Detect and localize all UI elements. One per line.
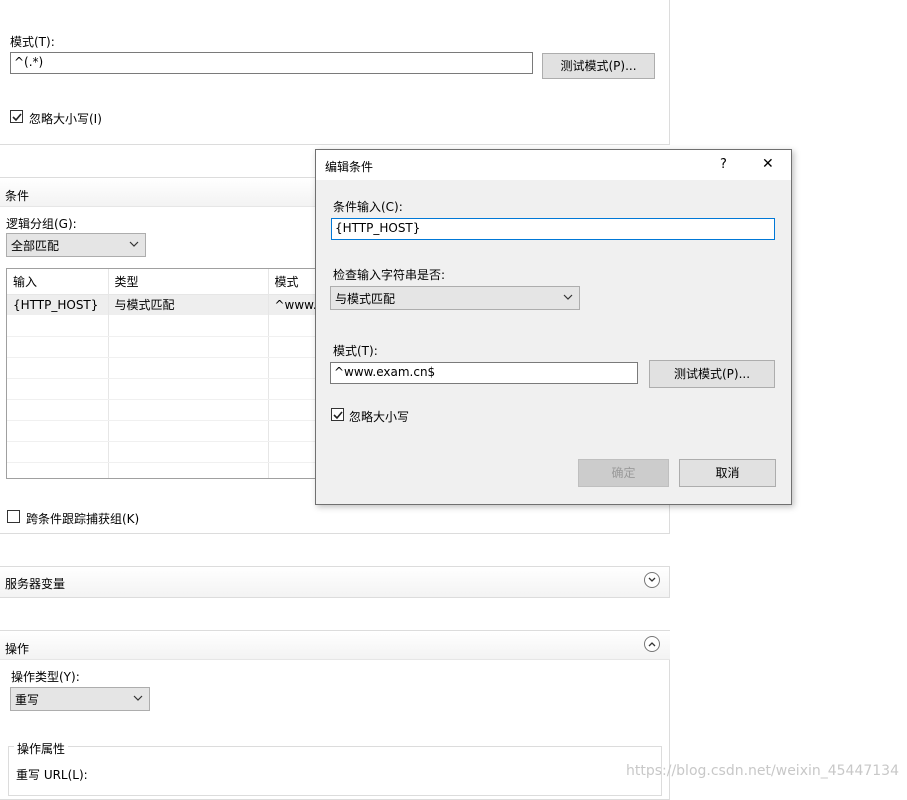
condition-input-field[interactable]: {HTTP_HOST} — [331, 218, 775, 240]
dialog-pattern-input[interactable]: ^www.exam.cn$ — [330, 362, 638, 384]
empty-row — [7, 441, 325, 463]
ignore-case-label: 忽略大小写(I) — [29, 112, 102, 126]
cell-type: 与模式匹配 — [108, 294, 269, 315]
collapse-button[interactable] — [644, 636, 660, 652]
column-header[interactable]: 类型 — [108, 269, 269, 295]
empty-row — [7, 315, 325, 337]
logic-group-select[interactable]: 全部匹配 — [6, 233, 146, 257]
watermark: https://blog.csdn.net/weixin_45447134 — [625, 763, 899, 779]
dialog-ignore-case-label: 忽略大小写 — [349, 410, 410, 424]
empty-row — [7, 336, 325, 358]
chevron-up-icon — [648, 642, 656, 647]
close-icon[interactable]: ✕ — [762, 156, 774, 172]
column-header[interactable]: 输入 — [7, 269, 109, 295]
dialog-pattern-label: 模式(T): — [333, 344, 378, 358]
logic-group-label: 逻辑分组(G): — [6, 217, 77, 231]
rewrite-url-label: 重写 URL(L): — [16, 768, 88, 782]
check-icon — [12, 113, 22, 122]
chevron-down-icon — [563, 294, 573, 300]
test-pattern-button[interactable]: 测试模式(P)... — [542, 53, 655, 79]
table-row[interactable]: {HTTP_HOST} 与模式匹配 ^www.e — [7, 294, 325, 315]
chevron-down-icon — [129, 241, 139, 247]
ignore-case-checkbox[interactable] — [10, 110, 23, 123]
cancel-button[interactable]: 取消 — [679, 459, 776, 487]
server-variables-title: 服务器变量 — [5, 577, 66, 591]
ok-button[interactable]: 确定 — [578, 459, 669, 487]
empty-row — [7, 462, 325, 478]
check-icon — [333, 411, 343, 420]
expand-button[interactable] — [644, 572, 660, 588]
dialog-title: 编辑条件 — [325, 160, 374, 174]
help-icon[interactable]: ? — [720, 157, 727, 172]
track-groups-checkbox[interactable] — [7, 510, 20, 523]
empty-row — [7, 378, 325, 400]
action-type-value: 重写 — [15, 693, 40, 707]
action-type-label: 操作类型(Y): — [11, 670, 80, 684]
condition-input-label: 条件输入(C): — [333, 200, 403, 214]
check-input-label: 检查输入字符串是否: — [333, 268, 446, 282]
chevron-down-icon — [648, 577, 656, 582]
pattern-input[interactable]: ^(.*) — [10, 52, 533, 74]
dialog-ignore-case-checkbox[interactable] — [331, 408, 344, 421]
conditions-table[interactable]: 输入 类型 模式 {HTTP_HOST} 与模式匹配 ^www.e — [6, 268, 326, 479]
server-variables-header[interactable] — [0, 566, 670, 598]
empty-row — [7, 399, 325, 421]
track-groups-label: 跨条件跟踪捕获组(K) — [26, 512, 140, 526]
pattern-label: 模式(T): — [10, 35, 55, 49]
check-input-select[interactable]: 与模式匹配 — [330, 286, 580, 310]
logic-group-value: 全部匹配 — [11, 239, 60, 253]
edit-condition-dialog: 编辑条件 ? ✕ 条件输入(C): {HTTP_HOST} 检查输入字符串是否:… — [315, 149, 792, 505]
dialog-test-pattern-button[interactable]: 测试模式(P)... — [649, 360, 775, 388]
action-properties-group — [8, 746, 662, 796]
action-type-select[interactable]: 重写 — [10, 687, 150, 711]
table-header: 输入 类型 模式 — [7, 269, 325, 295]
empty-row — [7, 420, 325, 442]
action-properties-label: 操作属性 — [14, 740, 69, 757]
action-header[interactable] — [0, 630, 670, 660]
cell-input: {HTTP_HOST} — [7, 294, 109, 315]
conditions-title: 条件 — [5, 189, 30, 203]
empty-row — [7, 357, 325, 379]
chevron-down-icon — [133, 695, 143, 701]
action-title: 操作 — [5, 642, 30, 656]
check-input-value: 与模式匹配 — [335, 292, 396, 306]
